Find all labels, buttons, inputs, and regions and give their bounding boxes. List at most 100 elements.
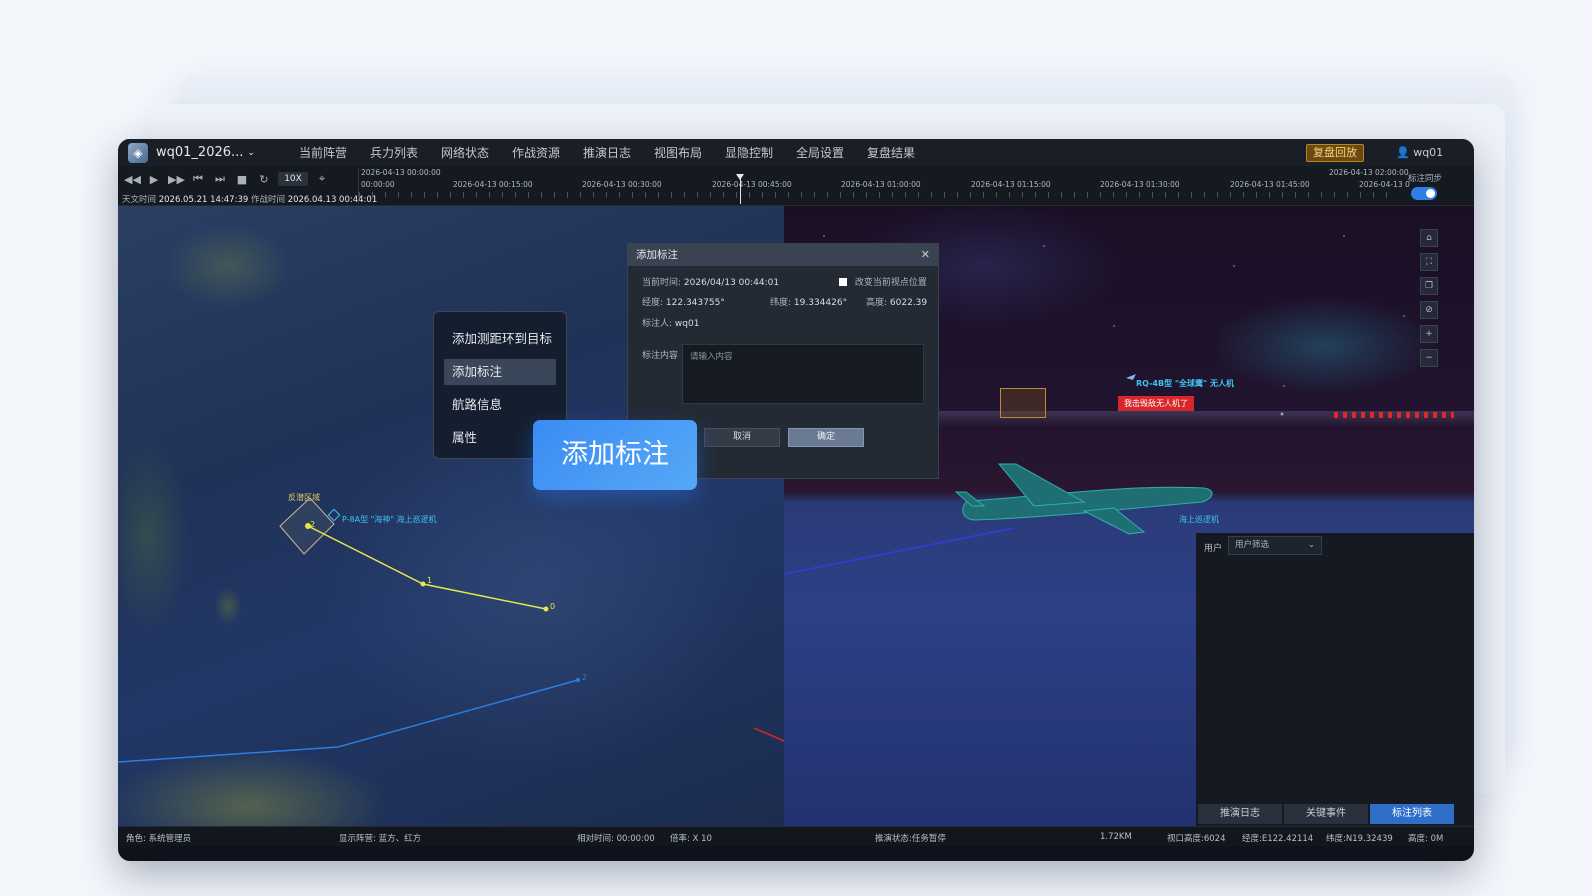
app-window: ◈ wq01_2026... ⌄ 当前阵营 兵力列表 网络状态 作战资源 推演日… [118,139,1474,861]
tab-annotations[interactable]: 标注列表 [1370,804,1454,824]
waypoint-marker [543,606,549,612]
sync-label: 标注同步 [1408,174,1443,184]
annotator-row: 标注人: wq01 [642,316,699,329]
fast-forward-icon[interactable]: ▶▶ [168,173,185,186]
rewind-icon[interactable]: ◀◀ [124,173,141,186]
menu-item-resources[interactable]: 作战资源 [512,144,583,161]
timeline[interactable]: 2026-04-13 00:00:00 2026-04-13 02:00:00 … [358,168,1410,204]
altitude-value: 6022.39 [889,298,928,308]
latitude-value: 19.334426° [793,298,848,308]
timeline-cursor[interactable] [736,174,744,204]
annotation-content-input[interactable]: 请输入内容 [682,344,924,404]
location-pin-icon[interactable]: ⌖ [314,172,330,186]
menu-item-visibility[interactable]: 显隐控制 [725,144,796,161]
user-filter-select[interactable]: 用户筛选 ⌄ [1228,536,1322,555]
timeline-tick: 2026-04-13 01:30:00 [1100,180,1180,189]
current-time-label: 当前时间: [642,278,682,288]
waypoint-label: 1 [427,576,433,585]
longitude-label: 经度: [642,298,664,308]
status-role: 角色: 系统管理员 [126,834,192,844]
zoom-in-icon[interactable]: + [1420,325,1438,343]
menu-item-network[interactable]: 网络状态 [441,144,512,161]
status-relative-time: 相对时间: 00:00:00 [577,834,655,844]
status-longitude: 经度:E122.42114 [1242,834,1314,844]
status-rate: 倍率: X 10 [670,834,712,844]
status-camp: 显示阵营: 蓝方、红方 [339,834,422,844]
asw-zone-label: 反潜区域 [288,493,320,502]
current-time-value: 2026/04/13 00:44:01 [683,278,780,288]
replay-button[interactable]: 复盘回放 [1306,144,1364,162]
menu-item-log[interactable]: 推演日志 [583,144,654,161]
change-view-label: 改变当前视点位置 [854,278,927,288]
tab-key-events[interactable]: 关键事件 [1284,804,1368,824]
altitude-row: 高度: 6022.39 [866,295,927,308]
project-selector[interactable]: wq01_2026... ⌄ [156,145,255,160]
user-filter-value: 用户筛选 [1235,540,1270,550]
sync-toggle[interactable] [1411,187,1437,200]
timeline-tick: 2026-04-13 01:00:00 [841,180,921,189]
aircraft-label: 海上巡逻机 [1179,515,1219,524]
menu-item-forces[interactable]: 兵力列表 [370,144,441,161]
compass-icon[interactable]: ⊘ [1420,301,1438,319]
alert-label: 我击毁敌无人机了 [1118,396,1194,411]
change-view-checkbox[interactable] [839,278,847,286]
context-item-range-ring[interactable]: 添加测距环到目标 [444,326,556,352]
menu-bar: ◈ wq01_2026... ⌄ 当前阵营 兵力列表 网络状态 作战资源 推演日… [118,139,1474,166]
feature-highlight-tooltip: 添加标注 [533,420,697,490]
latitude-row: 纬度: 19.334426° [770,295,847,308]
confirm-button[interactable]: 确定 [788,428,864,447]
longitude-value: 122.343755° [665,298,725,308]
change-view-option[interactable]: 改变当前视点位置 [839,275,927,288]
menu-item-layout[interactable]: 视图布局 [654,144,725,161]
home-icon[interactable]: ⌂ [1420,229,1438,247]
link-line [784,527,1015,575]
menu-item-results[interactable]: 复盘结果 [867,144,938,161]
reset-icon[interactable]: ↻ [256,173,272,186]
step-forward-icon[interactable]: ⏭ [212,172,228,186]
close-icon[interactable]: ✕ [921,244,930,266]
altitude-label: 高度: [866,298,888,308]
content-label: 标注内容 [642,351,679,361]
timeline-start: 2026-04-13 00:00:00 [361,168,441,177]
stop-icon[interactable]: ■ [234,173,250,186]
project-name: wq01_2026... [156,145,244,160]
timeline-tick: 2026-04-13 00:30:00 [582,180,662,189]
astro-time: 2026.05.21 14:47:39 [158,195,249,205]
step-back-icon[interactable]: ⏮ [190,172,206,186]
user-menu[interactable]: 👤 wq01 [1396,146,1443,159]
dialog-title: 添加标注 [636,249,678,261]
red-track [753,727,784,742]
context-item-route-info[interactable]: 航路信息 [444,392,556,418]
timeline-tick: 2026-04-13 00:45:00 [712,180,792,189]
status-altitude: 高度: 0M [1408,834,1444,844]
speed-selector[interactable]: 10X [278,172,308,186]
playback-controls: ◀◀ ▶ ▶▶ ⏮ ⏭ ■ ↻ 10X ⌖ [124,172,330,186]
zoom-out-icon[interactable]: − [1420,349,1438,367]
fullscreen-icon[interactable]: ⛶ [1420,253,1438,271]
cancel-button[interactable]: 取消 [704,428,780,447]
timeline-ruler [359,192,1398,198]
context-item-add-annotation[interactable]: 添加标注 [444,359,556,385]
playback-toolbar: ◀◀ ▶ ▶▶ ⏮ ⏭ ■ ↻ 10X ⌖ 天文时间 2026.05.21 14… [118,166,1474,206]
layers-icon[interactable]: ❐ [1420,277,1438,295]
longitude-row: 经度: 122.343755° [642,295,725,308]
view-toolbar: ⌂ ⛶ ❐ ⊘ + − [1420,229,1438,367]
user-filter-label: 用户 [1204,544,1223,554]
annotation-side-panel: 用户 用户筛选 ⌄ 推演日志 关键事件 标注列表 [1196,533,1474,826]
status-bar: 角色: 系统管理员 显示阵营: 蓝方、红方 相对时间: 00:00:00 倍率:… [118,826,1474,846]
drone-marker [1126,374,1136,380]
aircraft-marker [327,508,341,522]
status-scale: 1.72KM [1100,832,1132,842]
menu-item-settings[interactable]: 全局设置 [796,144,867,161]
chevron-down-icon: ⌄ [247,147,255,158]
annotator-label: 标注人: [642,319,673,329]
patrol-aircraft-label: P-8A型 "海神" 海上巡逻机 [342,515,437,524]
app-logo-icon: ◈ [128,142,148,163]
timeline-end: 2026-04-13 02:00:00 [1329,168,1409,177]
timeline-tick: 2026-04-13 01:45:00 [1230,180,1310,189]
play-icon[interactable]: ▶ [146,173,162,186]
menu-item-camp[interactable]: 当前阵营 [299,144,370,161]
time-readout: 天文时间 2026.05.21 14:47:39 作战时间 2026.04.13… [122,193,377,205]
tab-log[interactable]: 推演日志 [1198,804,1282,824]
waypoint-label: 0 [550,602,556,611]
